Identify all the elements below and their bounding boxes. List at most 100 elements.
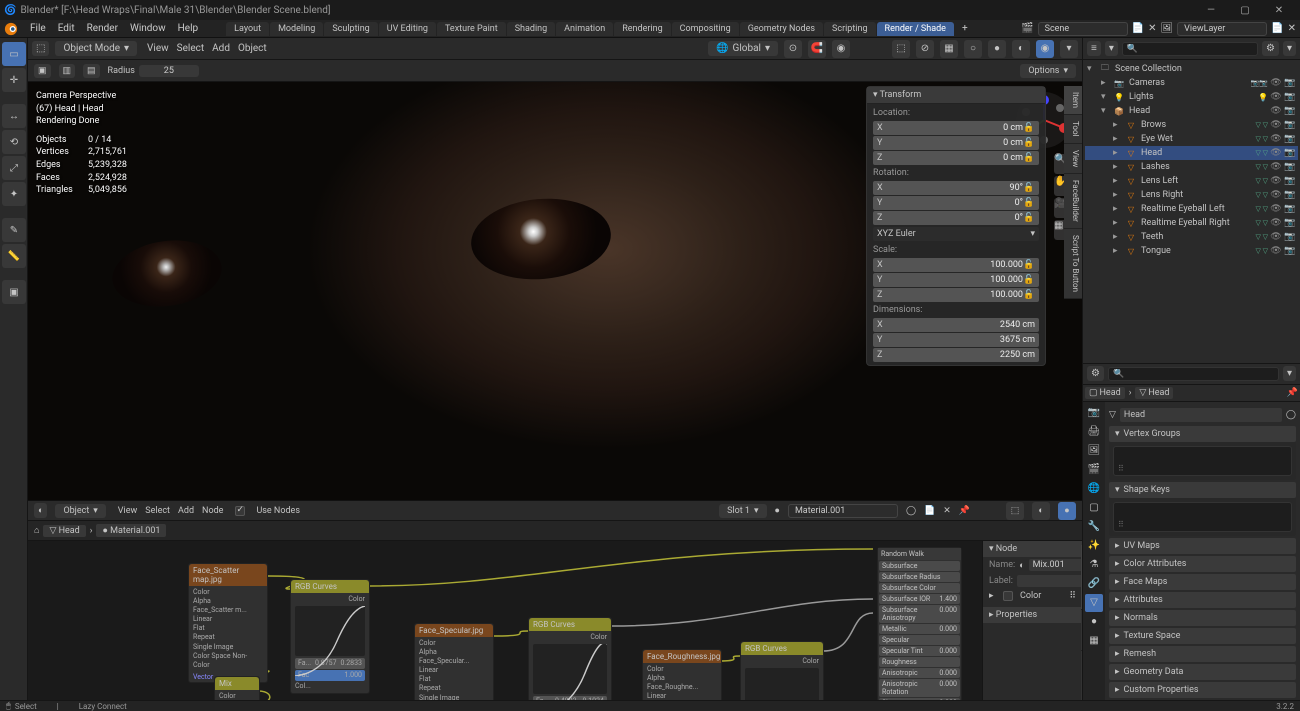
outliner-item-head[interactable]: ▾📦Head👁📷 [1085, 104, 1298, 118]
scale-z[interactable]: Z100.000🔓 [873, 288, 1039, 302]
outliner-type-button[interactable]: ≡ [1087, 41, 1101, 56]
minimize-button[interactable]: — [1194, 0, 1228, 20]
mesh-users-icon[interactable]: ◯ [1286, 410, 1296, 420]
add-workspace-button[interactable]: + [956, 21, 974, 36]
editor-type-button[interactable]: ◐ [34, 503, 47, 518]
scene-props-tab[interactable]: 🎬 [1085, 461, 1103, 479]
rotate-tool[interactable]: ⟲ [2, 130, 26, 154]
new-scene-button[interactable]: 📄 [1132, 23, 1144, 34]
lock-icon[interactable]: 🔓 [1023, 290, 1035, 300]
viewport-menu-add[interactable]: Add [208, 41, 234, 56]
visibility-toggle[interactable]: 👁 [1270, 134, 1282, 144]
node-image-texture-specular[interactable]: Face_Specular.jpg ColorAlphaFace_Specula… [414, 623, 494, 700]
menu-help[interactable]: Help [172, 21, 204, 36]
properties-type-button[interactable]: ⚙ [1087, 366, 1104, 381]
outliner-item-eye-wet[interactable]: ▸▽Eye Wet▽ ▽👁📷 [1085, 132, 1298, 146]
tool-icon-2[interactable]: ▥ [59, 64, 76, 78]
modifier-props-tab[interactable]: 🔧 [1085, 518, 1103, 536]
gizmo-toggle[interactable]: ⬚ [892, 40, 910, 58]
list-box[interactable]: ⠿ [1113, 446, 1292, 476]
shader-node-canvas[interactable]: Face_Scatter map.jpg ColorAlphaFace_Scat… [28, 541, 1082, 700]
lock-icon[interactable]: 🔓 [1023, 123, 1035, 133]
outliner-item-lashes[interactable]: ▸▽Lashes▽ ▽👁📷 [1085, 160, 1298, 174]
visibility-toggle[interactable]: 📷 [1284, 218, 1296, 228]
prop-section-color-attributes[interactable]: ▸Color Attributes [1109, 556, 1296, 572]
scale-tool[interactable]: ⤢ [2, 156, 26, 180]
material-props-tab[interactable]: ● [1085, 613, 1103, 631]
visibility-toggle[interactable]: 👁 [1270, 106, 1282, 116]
menu-window[interactable]: Window [124, 21, 172, 36]
prop-section-custom-properties[interactable]: ▸Custom Properties [1109, 682, 1296, 698]
viewport-menu-select[interactable]: Select [173, 41, 208, 56]
lock-icon[interactable]: 🔓 [1023, 138, 1035, 148]
outliner-item-teeth[interactable]: ▸▽Teeth▽ ▽👁📷 [1085, 230, 1298, 244]
workspace-tab-modeling[interactable]: Modeling [270, 22, 323, 36]
outliner-display-mode[interactable]: ▾ [1105, 41, 1118, 56]
prop-section-geometry-data[interactable]: ▸Geometry Data [1109, 664, 1296, 680]
new-viewlayer-button[interactable]: 📄 [1271, 23, 1283, 34]
viewport-menu-view[interactable]: View [143, 41, 173, 56]
n-panel-tab-item[interactable]: Item [1064, 86, 1082, 115]
node-overlay-1[interactable]: ⬚ [1006, 502, 1024, 520]
wireframe-shading[interactable]: ○ [964, 40, 982, 58]
workspace-tab-geometry-nodes[interactable]: Geometry Nodes [740, 22, 823, 36]
lock-icon[interactable]: 🔓 [1023, 275, 1035, 285]
workspace-tab-rendering[interactable]: Rendering [614, 22, 670, 36]
node-label-field[interactable] [1017, 575, 1082, 587]
material-users-button[interactable]: ◯ [906, 506, 916, 516]
visibility-toggle[interactable]: 👁 [1270, 190, 1282, 200]
workspace-tab-texture-paint[interactable]: Texture Paint [437, 22, 506, 36]
list-box[interactable]: ⠿ [1113, 502, 1292, 532]
prop-section-texture-space[interactable]: ▸Texture Space [1109, 628, 1296, 644]
workspace-tab-sculpting[interactable]: Sculpting [324, 22, 377, 36]
shader-n-tab[interactable]: Script To Butto [1081, 651, 1082, 700]
prop-section-remesh[interactable]: ▸Remesh [1109, 646, 1296, 662]
home-icon[interactable]: ⌂ [34, 525, 39, 536]
breadcrumb-obj[interactable]: ▽ Head [43, 525, 85, 537]
constraint-props-tab[interactable]: 🔗 [1085, 575, 1103, 593]
node-image-texture-scatter[interactable]: Face_Scatter map.jpg ColorAlphaFace_Scat… [188, 563, 268, 683]
visibility-toggle[interactable]: 📷 [1284, 162, 1296, 172]
location-x[interactable]: X0 cm🔓 [873, 121, 1039, 135]
visibility-toggle[interactable]: 📷 [1284, 176, 1296, 186]
n-panel-tab-script-to-button[interactable]: Script To Button [1064, 229, 1082, 299]
visibility-toggle[interactable]: 👁 [1270, 120, 1282, 130]
add-cube-tool[interactable]: ▣ [2, 280, 26, 304]
visibility-toggle[interactable]: 👁 [1270, 148, 1282, 158]
output-props-tab[interactable]: 🖨 [1085, 423, 1103, 441]
workspace-tab-scripting[interactable]: Scripting [824, 22, 876, 36]
mesh-name-field[interactable]: Head [1120, 408, 1282, 422]
scene-name-field[interactable] [1038, 22, 1128, 36]
maximize-button[interactable]: ▢ [1228, 0, 1262, 20]
visibility-toggle[interactable]: 📷 [1284, 232, 1296, 242]
location-z[interactable]: Z0 cm🔓 [873, 151, 1039, 165]
transform-panel-header[interactable]: ▾ Transform [867, 87, 1045, 104]
overlay-toggle[interactable]: ⊘ [916, 40, 934, 58]
rotation-y[interactable]: Y0°🔓 [873, 196, 1039, 210]
physics-props-tab[interactable]: ⚗ [1085, 556, 1103, 574]
shader-n-tab[interactable]: Options [1081, 610, 1082, 651]
render-props-tab[interactable]: 📷 [1085, 404, 1103, 422]
proportional-edit-button[interactable]: ◉ [832, 40, 850, 58]
visibility-toggle[interactable]: 👁 [1270, 162, 1282, 172]
visibility-toggle[interactable]: 📷 [1284, 78, 1296, 88]
breadcrumb-mat[interactable]: ● Material.001 [96, 524, 166, 537]
rotation-x[interactable]: X90°🔓 [873, 181, 1039, 195]
prop-section-uv-maps[interactable]: ▸UV Maps [1109, 538, 1296, 554]
lock-icon[interactable]: 🔓 [1023, 153, 1035, 163]
outliner-item-brows[interactable]: ▸▽Brows▽ ▽👁📷 [1085, 118, 1298, 132]
object-props-tab[interactable]: ▢ [1085, 499, 1103, 517]
prop-crumb-obj[interactable]: ▢ Head [1085, 387, 1125, 399]
properties-search-field[interactable] [1108, 367, 1279, 381]
shader-menu-view[interactable]: View [114, 504, 141, 518]
outliner-item-tongue[interactable]: ▸▽Tongue▽ ▽👁📷 [1085, 244, 1298, 258]
viewlayer-props-tab[interactable]: 🖼 [1085, 442, 1103, 460]
node-principled-bsdf[interactable]: Random Walk SubsurfaceSubsurface RadiusS… [877, 547, 962, 700]
node-name-field[interactable] [1029, 559, 1082, 571]
lock-icon[interactable]: 🔓 [1023, 183, 1035, 193]
particle-props-tab[interactable]: ✨ [1085, 537, 1103, 555]
orientation-dropdown[interactable]: 🌐 Global ▾ [708, 41, 778, 56]
outliner-item-realtime-eyeball-right[interactable]: ▸▽Realtime Eyeball Right▽ ▽👁📷 [1085, 216, 1298, 230]
radius-input[interactable] [139, 65, 199, 77]
color-preset-icon[interactable]: ⠿ [1069, 591, 1076, 601]
